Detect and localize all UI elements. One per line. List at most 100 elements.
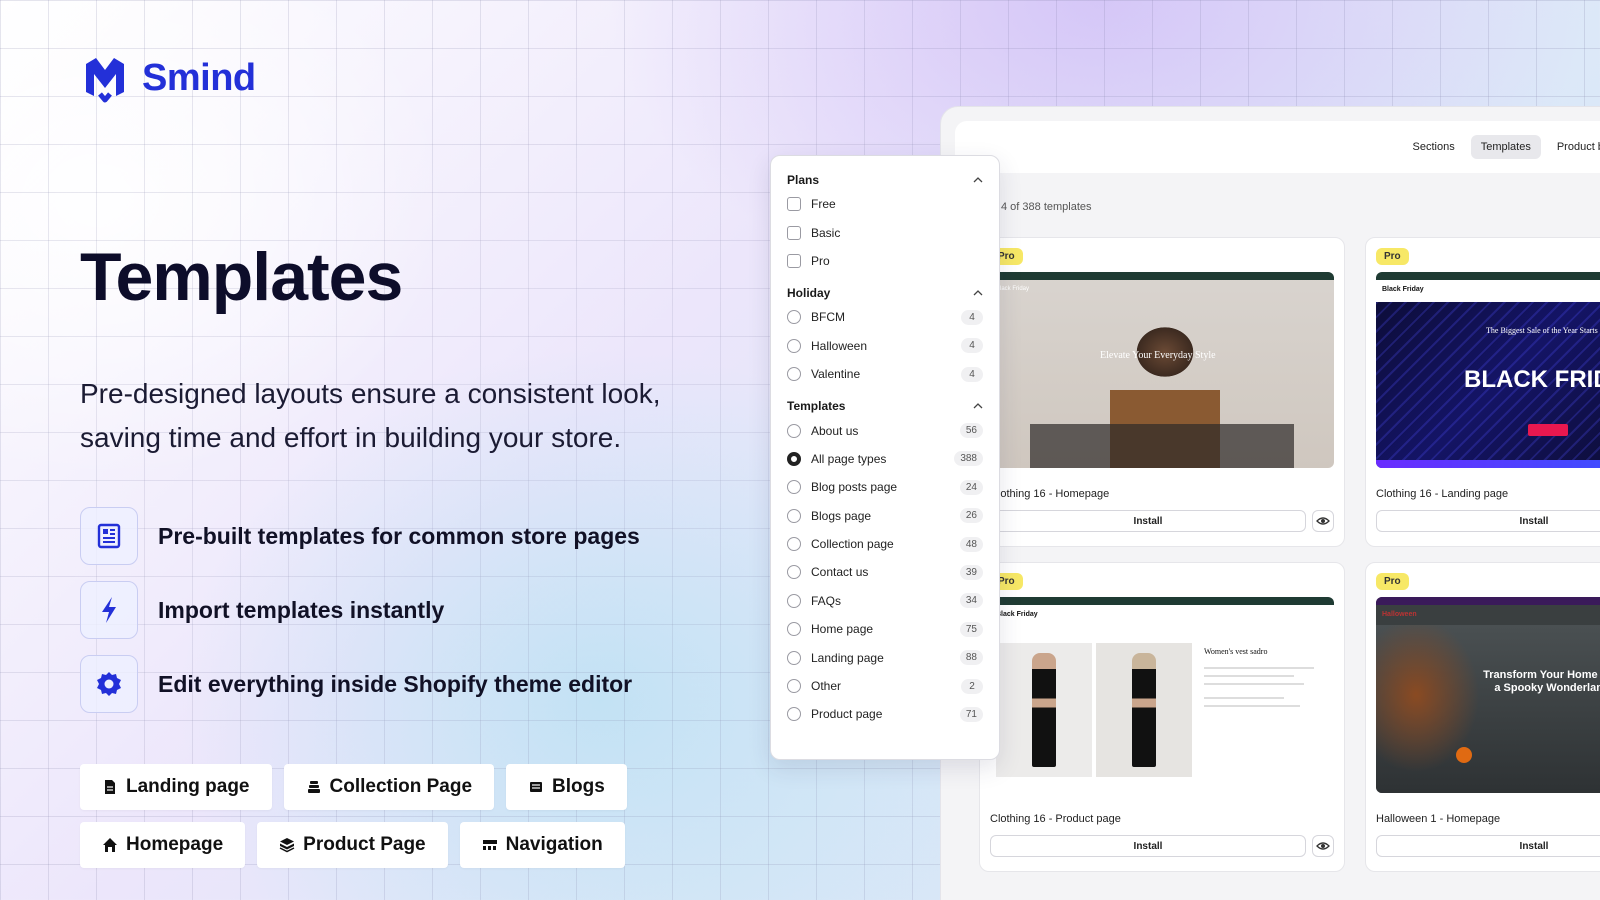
filter-group-plans-header[interactable]: Plans [787,170,983,190]
radio[interactable] [787,679,801,694]
chip-collection-page[interactable]: Collection Page [283,764,495,810]
brand-name: Smind [142,56,256,99]
install-button[interactable]: Install [1376,835,1600,857]
filter-count: 26 [959,508,983,524]
preview-button[interactable] [1312,510,1334,532]
filter-label: Landing page [811,650,884,665]
filter-holiday-halloween[interactable]: Halloween 4 [787,332,983,360]
chip-product-page[interactable]: Product Page [257,822,448,868]
filter-group-holiday-header[interactable]: Holiday [787,283,983,303]
filter-template-landing-page[interactable]: Landing page 88 [787,643,983,671]
filter-plan-basic[interactable]: Basic [787,218,983,246]
radio[interactable] [787,367,801,382]
radio[interactable] [787,593,801,608]
radio-selected[interactable] [787,451,801,466]
navigation-icon [482,840,497,850]
template-name: Clothing 16 - Landing page [1376,488,1509,500]
filter-label: Halloween [811,338,868,353]
template-card[interactable]: Pro Black Friday The Biggest Sale of the… [1365,237,1600,547]
filter-template-contact-us[interactable]: Contact us 39 [787,558,983,586]
chip-homepage[interactable]: Homepage [80,822,246,868]
filter-count: 4 [961,366,983,382]
filter-label: Home page [811,622,874,637]
install-button[interactable]: Install [990,835,1306,857]
filter-label: BFCM [811,310,845,325]
checkbox[interactable] [787,253,801,268]
filter-plan-pro[interactable]: Pro [787,247,983,275]
filter-template-home-page[interactable]: Home page 75 [787,615,983,643]
smind-logo-icon [86,58,124,103]
filter-label: Blogs page [811,508,872,523]
filter-label: Product page [811,707,883,722]
filter-plan-free[interactable]: Free [787,190,983,218]
thumb-headline: Transform Your Home into a Spooky Wonder… [1483,669,1600,694]
filter-count: 48 [959,536,983,552]
filter-template-other[interactable]: Other 2 [787,672,983,700]
eye-icon [1316,517,1330,525]
chip-landing-page[interactable]: Landing page [80,764,272,810]
radio[interactable] [787,622,801,637]
feature-list: Pre-built templates for common store pag… [80,507,640,729]
filter-template-blog-posts[interactable]: Blog posts page 24 [787,473,983,501]
thumb-brand: Black Friday [996,286,1030,292]
filter-template-product-page[interactable]: Product page 71 [787,700,983,728]
feature-item: Edit everything inside Shopify theme edi… [80,655,640,713]
radio[interactable] [787,707,801,722]
radio[interactable] [787,423,801,438]
checkbox[interactable] [787,197,801,212]
filter-count: 34 [959,593,983,609]
filter-label: FAQs [811,593,842,608]
gear-icon [80,655,138,713]
filter-count: 4 [961,338,983,354]
filter-label: Basic [811,225,841,240]
filter-holiday-bfcm[interactable]: BFCM 4 [787,303,983,331]
filter-group-templates-header[interactable]: Templates [787,396,983,416]
template-card[interactable]: Pro Halloween Transform Your Home into a… [1365,562,1600,872]
filter-template-faqs[interactable]: FAQs 34 [787,587,983,615]
chip-label: Blogs [552,776,605,797]
filter-template-about-us[interactable]: About us 56 [787,416,983,444]
filter-label: About us [811,423,859,438]
thumb-headline: Elevate Your Everyday Style [1100,350,1216,361]
install-button[interactable]: Install [1376,510,1600,532]
filter-label: Free [811,197,836,212]
filter-template-all-page-types[interactable]: All page types 388 [787,445,983,473]
radio[interactable] [787,565,801,580]
radio[interactable] [787,650,801,665]
brand-logo: Smind [80,50,256,106]
template-card[interactable]: Pro Black Friday Women's vest sadro Clot… [979,562,1345,872]
eye-icon [1316,842,1330,850]
chip-navigation[interactable]: Navigation [459,822,625,868]
install-button[interactable]: Install [990,510,1306,532]
template-thumbnail: Black Friday The Biggest Sale of the Yea… [1376,272,1600,468]
chevron-up-icon [973,290,983,296]
radio[interactable] [787,480,801,495]
filter-panel: Plans Free Basic Pro Holiday BFCM 4 Hallo… [770,155,1000,760]
preview-button[interactable] [1312,835,1334,857]
filter-template-blogs[interactable]: Blogs page 26 [787,502,983,530]
radio[interactable] [787,310,801,325]
template-count: 4 of 388 templates [1001,201,1092,213]
radio[interactable] [787,338,801,353]
thumb-brand: Black Friday [996,611,1038,618]
chip-label: Collection Page [329,776,473,797]
template-thumbnail: Elevate Your Everyday Style Black Friday [990,272,1334,468]
template-thumbnail: Halloween Transform Your Home into a Spo… [1376,597,1600,793]
filter-template-collection[interactable]: Collection page 48 [787,530,983,558]
checkbox[interactable] [787,225,801,240]
tab-sections[interactable]: Sections [1403,135,1465,159]
cube-icon [279,838,295,853]
filter-holiday-valentine[interactable]: Valentine 4 [787,360,983,388]
filter-count: 2 [961,678,983,694]
radio[interactable] [787,537,801,552]
pro-badge: Pro [1376,248,1409,265]
chip-blogs[interactable]: Blogs [506,764,627,810]
feature-label: Import templates instantly [158,596,445,623]
template-name: Halloween 1 - Homepage [1376,813,1501,825]
template-card[interactable]: Pro Elevate Your Everyday Style Black Fr… [979,237,1345,547]
thumb-subheadline: The Biggest Sale of the Year Starts [1486,326,1598,335]
tab-templates[interactable]: Templates [1470,135,1541,159]
radio[interactable] [787,508,801,523]
tab-product-blocks[interactable]: Product blocks [1547,135,1600,159]
feature-label: Pre-built templates for common store pag… [158,522,640,549]
